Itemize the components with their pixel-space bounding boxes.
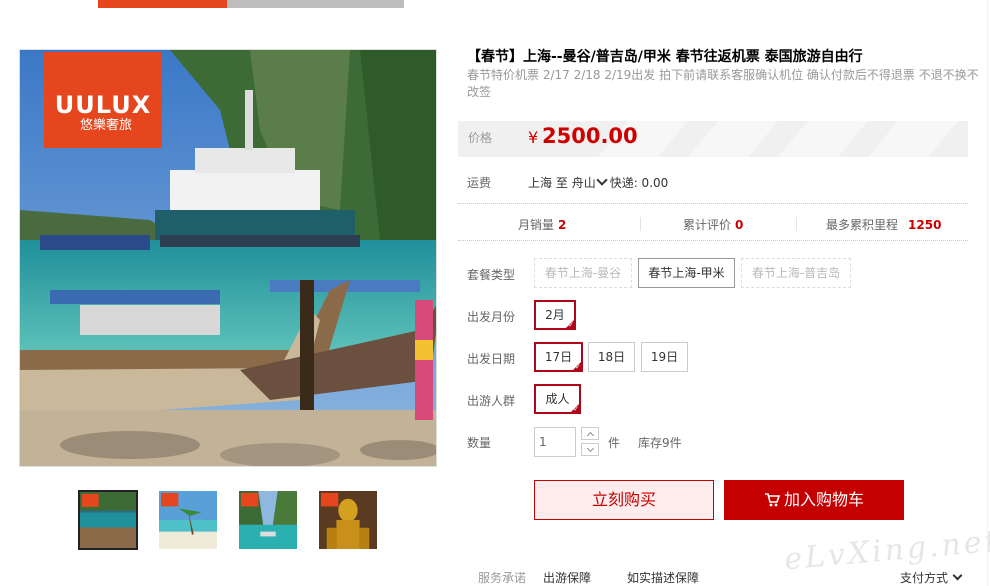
people-option-adult[interactable]: 成人 ✓ [534, 384, 581, 414]
chevron-down-icon [952, 570, 963, 581]
quantity-increase-button[interactable] [581, 427, 599, 440]
logo-brand-text: UULUX [54, 91, 152, 119]
stat-reviews-value: 0 [735, 218, 744, 232]
tab-indicator-inactive[interactable] [227, 0, 404, 8]
page-edge-divider [987, 0, 988, 586]
people-label: 出游人群 [467, 394, 516, 408]
price-box: 价格 ¥ 2500.00 [458, 121, 968, 157]
check-icon: ✓ [568, 321, 574, 329]
package-label: 套餐类型 [467, 268, 516, 282]
stat-reviews[interactable]: 累计评价 0 [683, 216, 743, 233]
thumbnail-3[interactable] [238, 490, 298, 550]
package-option-phuket[interactable]: 春节上海-普吉岛 [741, 258, 851, 288]
date-option-label: 17日 [544, 350, 573, 364]
thumbnail-2[interactable] [158, 490, 218, 550]
divider [458, 203, 968, 204]
check-icon: ✓ [575, 363, 581, 371]
stat-monthly-sales: 月销量 2 [518, 216, 566, 233]
product-title: 【春节】上海--曼谷/普吉岛/甲米 春节往返机票 泰国旅游自由行 [467, 49, 863, 65]
price-currency: ¥ [528, 128, 539, 147]
thumbnail-4[interactable] [318, 490, 378, 550]
package-option-bangkok[interactable]: 春节上海-曼谷 [534, 258, 632, 288]
stat-mileage: 最多累积里程 1250 [826, 216, 941, 233]
add-to-cart-label: 加入购物车 [783, 490, 864, 509]
stat-divider [796, 217, 797, 231]
service-item-description-guarantee[interactable]: 如实描述保障 [627, 569, 699, 586]
date-option-17[interactable]: 17日 ✓ [534, 342, 583, 372]
stat-mileage-label: 最多累积里程 [826, 218, 899, 232]
brand-logo: UULUX 悠樂奢旅 [44, 52, 162, 148]
service-item-travel-guarantee[interactable]: 出游保障 [543, 569, 591, 586]
date-option-18[interactable]: 18日 [588, 342, 635, 372]
people-option-label: 成人 [545, 392, 570, 406]
date-option-19[interactable]: 19日 [641, 342, 688, 372]
divider [458, 240, 968, 241]
month-label: 出发月份 [467, 310, 516, 324]
stat-monthly-sales-label: 月销量 [518, 218, 555, 232]
stat-divider [640, 217, 641, 231]
shipping-label: 运费 [467, 176, 492, 190]
payment-methods-dropdown[interactable]: 支付方式 [900, 569, 963, 586]
product-subtitle: 春节特价机票 2/17 2/18 2/19出发 拍下前请联系客服确认机位 确认付… [467, 68, 979, 99]
price-value: 2500.00 [542, 124, 638, 148]
month-option-label: 2月 [545, 308, 565, 322]
price-label: 价格 [468, 131, 493, 145]
month-option-feb[interactable]: 2月 ✓ [534, 300, 576, 330]
shipping-method: 快递: 0.00 [609, 176, 669, 190]
check-icon: ✓ [573, 405, 579, 413]
thumbnail-1[interactable] [78, 490, 138, 550]
stat-monthly-sales-value: 2 [558, 218, 567, 232]
stat-mileage-value: 1250 [908, 218, 942, 232]
thumbnail-strip [78, 490, 398, 550]
logo-cn-text: 悠樂奢旅 [80, 118, 133, 133]
quantity-label: 数量 [467, 436, 492, 450]
quantity-unit: 件 [608, 436, 621, 450]
quantity-input[interactable]: 1 [534, 427, 576, 457]
package-option-krabi[interactable]: 春节上海-甲米 [638, 258, 735, 288]
shipping-from: 上海 [528, 176, 553, 190]
date-label: 出发日期 [467, 352, 516, 366]
shipping-destination-select[interactable]: 舟山 [571, 174, 610, 190]
chevron-down-icon[interactable] [596, 174, 608, 186]
stat-reviews-label: 累计评价 [683, 218, 732, 232]
add-to-cart-button[interactable]: 加入购物车 [724, 480, 904, 520]
top-tab-bar [98, 0, 404, 8]
tab-indicator-active[interactable] [98, 0, 227, 8]
stock-count: 库存9件 [638, 436, 682, 450]
service-label: 服务承诺 [478, 571, 527, 585]
shipping-destination: 舟山 [571, 176, 596, 190]
buy-now-button[interactable]: 立刻购买 [534, 480, 714, 520]
shipping-to-word: 至 [555, 176, 568, 190]
main-product-image: UULUX 悠樂奢旅 [19, 49, 437, 467]
shipping-info: 上海 至 舟山 快递: 0.00 [528, 174, 668, 191]
quantity-decrease-button[interactable] [581, 443, 599, 456]
payment-methods-label: 支付方式 [900, 571, 949, 585]
cart-icon [764, 493, 781, 507]
